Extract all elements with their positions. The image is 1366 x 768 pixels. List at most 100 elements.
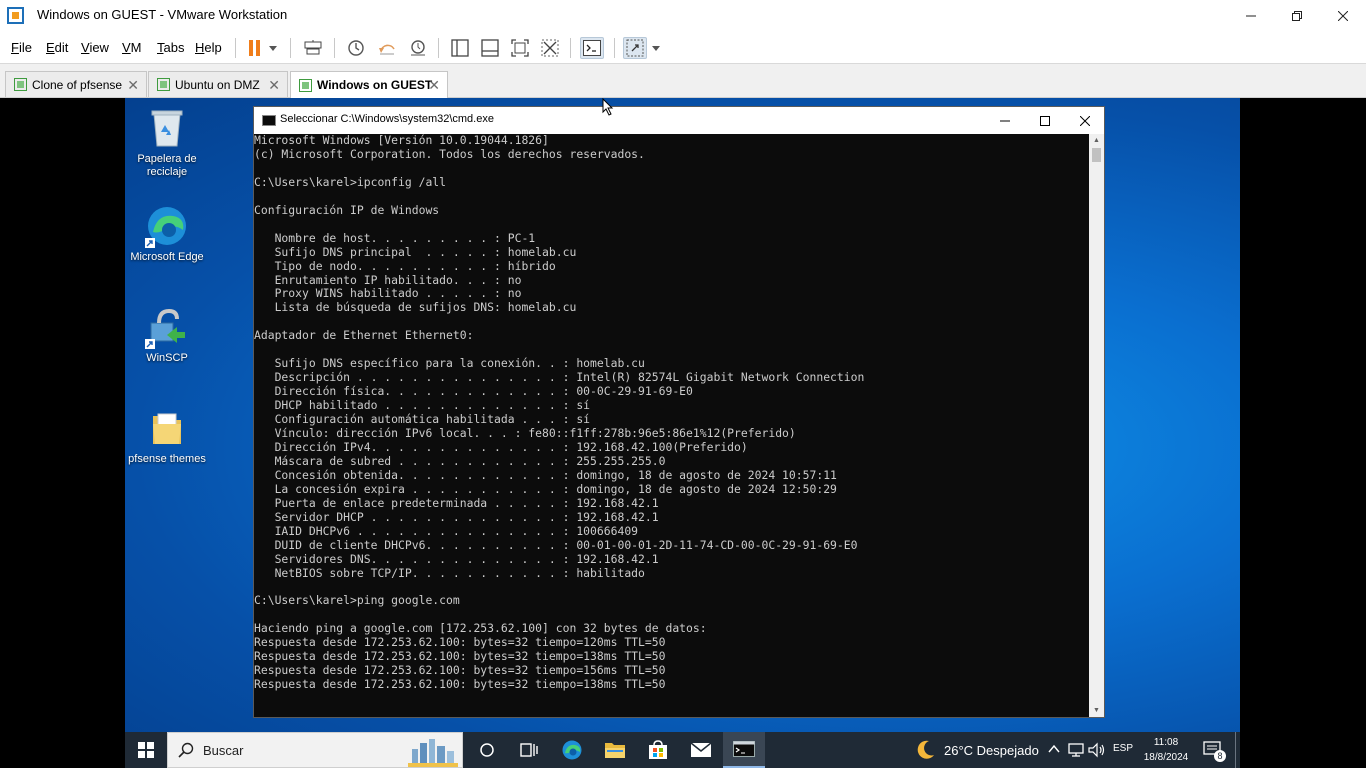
revert-snapshot-button[interactable] bbox=[376, 37, 398, 59]
task-view-button[interactable] bbox=[508, 732, 550, 768]
library-panel-icon bbox=[451, 39, 469, 57]
taskbar-file-explorer-button[interactable] bbox=[594, 732, 636, 768]
start-button[interactable] bbox=[125, 732, 167, 768]
close-icon bbox=[1338, 10, 1348, 21]
tab-clone-of-pfsense[interactable]: Clone of pfsense ✕ bbox=[5, 71, 147, 97]
menu-vm[interactable]: VM bbox=[122, 40, 142, 55]
close-tab-icon[interactable]: ✕ bbox=[127, 77, 139, 94]
desktop-icon-recycle-bin[interactable]: Papelera de reciclaje bbox=[125, 106, 209, 179]
stretch-dropdown[interactable] bbox=[649, 37, 663, 59]
unity-button[interactable] bbox=[539, 37, 561, 59]
tab-label: Clone of pfsense bbox=[32, 77, 123, 92]
thumbnail-bar-icon bbox=[481, 39, 499, 57]
volume-icon[interactable] bbox=[1088, 742, 1106, 758]
action-center-button[interactable]: 8 bbox=[1195, 732, 1233, 768]
toolbar-separator bbox=[290, 38, 291, 58]
console-icon bbox=[583, 40, 601, 56]
show-thumbnail-bar-button[interactable] bbox=[479, 37, 501, 59]
mouse-cursor-icon bbox=[602, 98, 614, 116]
vm-tabs-bar: Clone of pfsense ✕ Ubuntu on DMZ ✕ Windo… bbox=[0, 64, 1366, 98]
network-icon[interactable] bbox=[1068, 742, 1084, 758]
taskbar-store-button[interactable] bbox=[637, 732, 679, 768]
cmd-terminal-icon bbox=[733, 741, 755, 757]
taskbar-clock[interactable]: 11:08 18/8/2024 bbox=[1141, 735, 1191, 765]
revert-icon bbox=[379, 44, 395, 55]
tab-windows-on-guest[interactable]: Windows on GUEST ✕ bbox=[290, 71, 448, 98]
menu-tabs[interactable]: Tabs bbox=[157, 40, 184, 55]
unity-icon bbox=[541, 39, 559, 57]
guest-taskbar: Buscar 26°C Despejado ESP 11:08 18/8/202… bbox=[125, 732, 1240, 768]
full-screen-button[interactable] bbox=[509, 37, 531, 59]
cortana-button[interactable] bbox=[466, 732, 508, 768]
show-library-button[interactable] bbox=[449, 37, 471, 59]
tab-label: Ubuntu on DMZ bbox=[175, 77, 260, 92]
show-desktop-button[interactable] bbox=[1235, 732, 1240, 768]
vm-icon bbox=[299, 78, 312, 92]
cmd-app-icon bbox=[262, 115, 276, 126]
keyboard-icon bbox=[304, 40, 322, 55]
input-language-indicator[interactable]: ESP bbox=[1113, 743, 1133, 754]
task-view-icon bbox=[520, 743, 538, 757]
suspend-button[interactable] bbox=[244, 37, 266, 59]
show-hidden-icons-chevron-up-icon[interactable] bbox=[1048, 744, 1060, 754]
shortcut-arrow-icon bbox=[145, 238, 155, 248]
desktop-icon-microsoft-edge[interactable]: Microsoft Edge bbox=[125, 204, 209, 264]
edge-icon bbox=[562, 740, 582, 760]
toolbar-separator bbox=[438, 38, 439, 58]
taskbar-cmd-button[interactable] bbox=[723, 732, 765, 768]
toolbar-separator bbox=[334, 38, 335, 58]
taskbar-mail-button[interactable] bbox=[680, 732, 722, 768]
restore-button[interactable] bbox=[1274, 0, 1320, 31]
vm-icon bbox=[14, 78, 27, 91]
search-highlight-city-icon bbox=[408, 739, 458, 767]
cmd-title-bar[interactable]: Seleccionar C:\Windows\system32\cmd.exe bbox=[254, 107, 1104, 134]
cmd-close-button[interactable] bbox=[1065, 107, 1105, 134]
close-button[interactable] bbox=[1320, 0, 1366, 31]
tab-label: Windows on GUEST bbox=[317, 78, 433, 92]
scroll-down-arrow-icon[interactable]: ▼ bbox=[1089, 704, 1104, 717]
full-screen-icon bbox=[511, 39, 529, 57]
cmd-vertical-scrollbar[interactable]: ▲ ▼ bbox=[1089, 134, 1104, 717]
send-ctrl-alt-del-button[interactable] bbox=[302, 37, 324, 59]
close-tab-icon[interactable]: ✕ bbox=[268, 77, 280, 94]
power-dropdown[interactable] bbox=[266, 37, 280, 59]
cmd-window[interactable]: Seleccionar C:\Windows\system32\cmd.exe … bbox=[253, 106, 1105, 718]
close-tab-icon[interactable]: ✕ bbox=[428, 77, 440, 94]
menu-help[interactable]: Help bbox=[195, 40, 222, 55]
store-bag-icon bbox=[649, 740, 667, 759]
desktop-icon-winscp[interactable]: WinSCP bbox=[125, 305, 209, 365]
tab-ubuntu-on-dmz[interactable]: Ubuntu on DMZ ✕ bbox=[148, 71, 288, 97]
scroll-up-arrow-icon[interactable]: ▲ bbox=[1089, 134, 1104, 147]
shortcut-arrow-icon bbox=[145, 339, 155, 349]
weather-text[interactable]: 26°C Despejado bbox=[944, 743, 1039, 758]
taskbar-search-box[interactable]: Buscar bbox=[167, 732, 463, 768]
vmware-app-icon bbox=[7, 7, 24, 24]
console-view-button[interactable] bbox=[580, 37, 604, 59]
search-icon bbox=[178, 742, 194, 758]
mail-icon bbox=[690, 742, 712, 757]
taskbar-edge-button[interactable] bbox=[551, 732, 593, 768]
desktop-icon-label: WinSCP bbox=[146, 352, 188, 364]
cortana-circle-icon bbox=[480, 743, 494, 757]
minimize-button[interactable] bbox=[1228, 0, 1274, 31]
desktop-icon-label: Microsoft Edge bbox=[130, 251, 204, 263]
menu-view[interactable]: View bbox=[81, 40, 109, 55]
desktop-icon-label: pfsense themes bbox=[128, 453, 206, 465]
cmd-maximize-button[interactable] bbox=[1025, 107, 1065, 134]
snapshot-manager-button[interactable] bbox=[407, 37, 429, 59]
cmd-minimize-button[interactable] bbox=[985, 107, 1025, 134]
close-icon bbox=[1080, 115, 1090, 126]
take-snapshot-button[interactable] bbox=[345, 37, 367, 59]
scrollbar-thumb[interactable] bbox=[1092, 148, 1101, 162]
desktop-icon-pfsense-themes[interactable]: pfsense themes bbox=[125, 406, 209, 466]
stretch-guest-button[interactable] bbox=[623, 37, 647, 59]
minimize-icon bbox=[1246, 15, 1256, 16]
menu-toolbar: File Edit View VM Tabs Help bbox=[0, 31, 1366, 64]
console-text: Microsoft Windows [Versión 10.0.19044.18… bbox=[254, 134, 865, 692]
snapshot-clock-icon bbox=[348, 40, 364, 56]
menu-file[interactable]: File bbox=[11, 40, 32, 55]
cmd-console-output[interactable]: Microsoft Windows [Versión 10.0.19044.18… bbox=[254, 134, 1089, 717]
menu-edit[interactable]: Edit bbox=[46, 40, 68, 55]
clock-date: 18/8/2024 bbox=[1143, 752, 1189, 763]
stretch-icon bbox=[626, 39, 644, 57]
